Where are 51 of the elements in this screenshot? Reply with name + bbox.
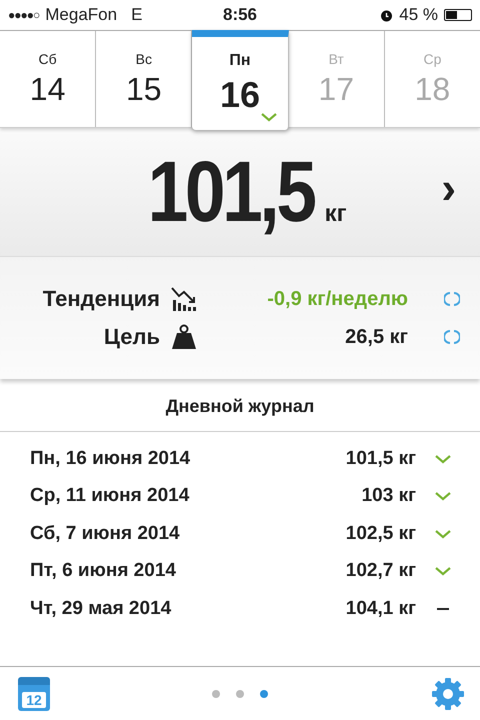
- day-number: 15: [126, 70, 162, 108]
- entry-date: Сб, 7 июня 2014: [30, 522, 181, 545]
- stat-value: 26,5 кг: [344, 326, 409, 348]
- carrier-name: MegaFon: [45, 5, 118, 25]
- entry-date: Чт, 29 мая 2014: [30, 598, 172, 620]
- weight-value: 101,5: [148, 142, 314, 242]
- entry-date: Пн, 16 июня 2014: [30, 448, 192, 470]
- settings-icon[interactable]: [430, 676, 466, 712]
- weight-panel[interactable]: 101,5 кг ›: [0, 128, 480, 257]
- day-tab[interactable]: Вс 15: [96, 31, 192, 127]
- trend-chart-icon: [170, 286, 198, 312]
- journal-title: Дневной журнал: [166, 396, 314, 416]
- entry-date: Пт, 6 июня 2014: [30, 560, 177, 582]
- stat-value: -0,9 кг/неделю: [266, 288, 409, 310]
- check-icon: [434, 454, 452, 464]
- entry-weight: 102,5 кг: [346, 522, 416, 545]
- page-dot[interactable]: [236, 690, 244, 698]
- weight-icon: [170, 324, 198, 350]
- check-icon: [434, 566, 452, 576]
- day-number: 16: [220, 74, 260, 116]
- signal-strength: ●●●●○: [8, 8, 40, 22]
- entry-date: Ср, 11 июня 2014: [30, 485, 190, 508]
- clock: 8:56: [222, 5, 258, 25]
- weight-unit: кг: [324, 200, 347, 228]
- battery-percent: 45 %: [399, 5, 438, 25]
- check-icon: [434, 491, 452, 502]
- weekday-label: Вт: [328, 50, 344, 66]
- check-icon: [434, 528, 452, 539]
- stat-label: Тенденция: [42, 286, 161, 312]
- weekday-label: Вс: [136, 50, 152, 66]
- page-dot[interactable]: [260, 690, 268, 698]
- day-number: 17: [318, 70, 354, 108]
- calendar-day: 12: [22, 692, 46, 708]
- weekday-label: Ср: [423, 50, 442, 66]
- chevron-icon: ›: [441, 164, 456, 214]
- day-number: 14: [30, 70, 66, 108]
- sync-icon[interactable]: [444, 291, 460, 307]
- entry-weight: 104,1 кг: [346, 598, 416, 620]
- sync-icon[interactable]: [444, 329, 460, 345]
- entry-weight: 102,7 кг: [346, 560, 416, 582]
- day-tab[interactable]: Сб 14: [0, 31, 96, 127]
- entry-weight: 101,5 кг: [346, 448, 416, 470]
- battery-icon: [444, 9, 472, 21]
- weekday-label: Пн: [229, 52, 251, 70]
- day-number: 18: [414, 70, 450, 108]
- page-dot[interactable]: [212, 690, 220, 698]
- weekday-label: Сб: [38, 50, 57, 66]
- day-tab[interactable]: Пн 16: [192, 30, 289, 130]
- network-type: E: [131, 5, 142, 25]
- entry-weight: 103 кг: [362, 485, 416, 508]
- stat-label: Цель: [102, 324, 161, 350]
